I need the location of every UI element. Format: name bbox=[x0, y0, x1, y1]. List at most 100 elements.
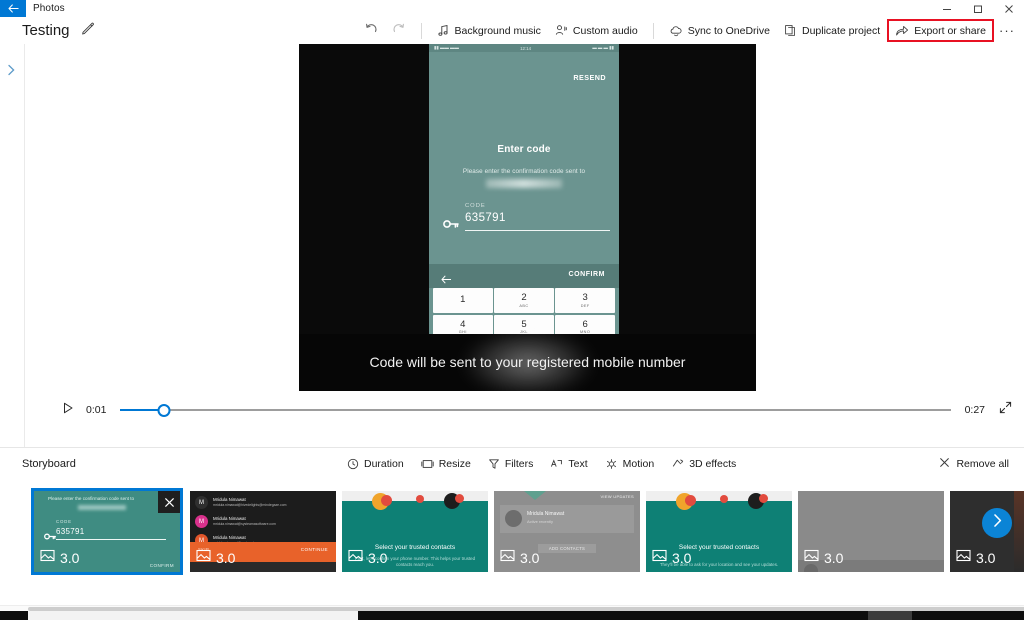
scroll-next-button[interactable] bbox=[982, 508, 1012, 538]
duplicate-project-button[interactable]: Duplicate project bbox=[777, 20, 887, 42]
clip-duration: 3.0 bbox=[956, 549, 995, 567]
keypad-num: 3 bbox=[582, 292, 588, 304]
clip-duration-value: 3.0 bbox=[824, 550, 844, 566]
avatar bbox=[505, 510, 522, 527]
avatar: M bbox=[195, 515, 208, 528]
clip4-add-contacts: ADD CONTACTS bbox=[538, 544, 596, 553]
phone-action-bar: CONFIRM bbox=[429, 264, 619, 288]
seek-track bbox=[120, 409, 951, 411]
image-icon bbox=[196, 549, 211, 567]
motion-button[interactable]: Motion bbox=[602, 453, 658, 475]
fullscreen-button[interactable] bbox=[999, 401, 1012, 419]
redo-icon bbox=[392, 21, 406, 40]
3d-effects-button[interactable]: 3D effects bbox=[668, 453, 739, 475]
code-underline bbox=[465, 230, 610, 231]
play-button[interactable] bbox=[62, 401, 74, 419]
keypad-letters: DEF bbox=[580, 303, 590, 308]
export-or-share-label: Export or share bbox=[914, 24, 986, 37]
remove-all-label: Remove all bbox=[956, 457, 1009, 470]
filters-button[interactable]: Filters bbox=[485, 453, 537, 475]
seek-thumb[interactable] bbox=[157, 403, 171, 417]
microphone-person-icon bbox=[555, 24, 568, 37]
title-bar: Photos bbox=[0, 0, 1024, 17]
filters-label: Filters bbox=[504, 457, 534, 470]
resend-label: RESEND bbox=[573, 73, 606, 82]
clip-duration: 3.0 bbox=[804, 549, 843, 567]
undo-button[interactable] bbox=[357, 19, 385, 43]
taskbar-strip bbox=[0, 611, 1024, 620]
text-button[interactable]: Text bbox=[547, 453, 590, 475]
remove-all-button[interactable]: Remove all bbox=[939, 448, 1009, 479]
bubble bbox=[720, 495, 728, 503]
back-button[interactable] bbox=[0, 0, 26, 17]
storyboard-clip[interactable]: Select your trusted contacts They'll be … bbox=[646, 491, 792, 572]
3d-effects-label: 3D effects bbox=[689, 457, 737, 470]
resize-label: Resize bbox=[438, 457, 471, 470]
clip-duration-value: 3.0 bbox=[368, 550, 388, 566]
duration-button[interactable]: Duration bbox=[344, 453, 407, 475]
expand-library-button[interactable] bbox=[7, 63, 16, 81]
image-icon bbox=[652, 549, 667, 567]
remove-clip-button[interactable] bbox=[158, 491, 180, 513]
clip1-code-value: 635791 bbox=[56, 527, 85, 536]
cloud-sync-icon bbox=[669, 24, 683, 37]
video-preview[interactable]: ▮▮ ▬▬ ▬▬ 12:14 ▬ ▬ ▬ ▮▮ RESEND Enter cod… bbox=[299, 44, 756, 391]
preview-pane: ▮▮ ▬▬ ▬▬ 12:14 ▬ ▬ ▬ ▮▮ RESEND Enter cod… bbox=[25, 44, 1024, 447]
enter-code-heading: Enter code bbox=[497, 144, 551, 155]
clip1-confirm: CONFIRM bbox=[149, 563, 174, 568]
music-note-icon bbox=[437, 24, 450, 37]
duplicate-icon bbox=[784, 24, 797, 37]
caption-band: Code will be sent to your registered mob… bbox=[299, 328, 756, 391]
rename-project-button[interactable] bbox=[81, 21, 95, 40]
playback-bar: 0:01 0:27 bbox=[25, 391, 1024, 429]
image-icon bbox=[348, 549, 363, 567]
storyboard-label: Storyboard bbox=[22, 457, 76, 470]
more-options-button[interactable]: ··· bbox=[994, 20, 1020, 42]
status-clock: 12:14 bbox=[520, 45, 532, 51]
minimize-button[interactable] bbox=[931, 0, 962, 17]
contact-email: mridula.nimawat@hivedelights@mindegaze.c… bbox=[213, 503, 287, 508]
clip4-profile-status: Active recently bbox=[527, 519, 554, 524]
phone-screen-recording: ▮▮ ▬▬ ▬▬ 12:14 ▬ ▬ ▬ ▮▮ RESEND Enter cod… bbox=[429, 44, 619, 334]
storyboard-clip[interactable]: Please enter the confirmation code sent … bbox=[31, 488, 183, 575]
window-controls bbox=[931, 0, 1024, 17]
clip1-code-label: CODE bbox=[56, 519, 72, 524]
key-icon bbox=[443, 217, 459, 235]
clip-duration: 3.0 bbox=[196, 549, 235, 567]
maximize-button[interactable] bbox=[962, 0, 993, 17]
undo-icon bbox=[364, 21, 378, 40]
redo-button[interactable] bbox=[385, 19, 413, 43]
share-export-icon bbox=[895, 24, 909, 37]
filter-icon bbox=[488, 458, 500, 470]
contact-email: mridula.nimawat@systeamasoftware.com bbox=[213, 522, 276, 527]
storyboard-clip[interactable]: VIEW UPDATES Mridula Nimawat Active rece… bbox=[494, 491, 640, 572]
avatar: M bbox=[195, 496, 208, 509]
seek-bar[interactable] bbox=[120, 401, 951, 419]
masked-phone-number bbox=[486, 179, 562, 188]
clip1-masked-number bbox=[78, 505, 126, 510]
storyboard-clip[interactable]: M Mridula Nimawat mridula.nimawat@hivede… bbox=[190, 491, 336, 572]
keypad-num: 2 bbox=[521, 292, 527, 304]
resize-button[interactable]: Resize bbox=[418, 453, 474, 475]
current-time: 0:01 bbox=[86, 404, 107, 416]
code-field-label: CODE bbox=[465, 203, 486, 209]
text-label: Text bbox=[568, 457, 588, 470]
background-music-label: Background music bbox=[454, 24, 541, 37]
bubble bbox=[416, 495, 424, 503]
project-header: Testing Background music Custom audio Sy… bbox=[0, 17, 1024, 44]
custom-audio-button[interactable]: Custom audio bbox=[548, 20, 645, 42]
duration-label: Duration bbox=[364, 457, 404, 470]
export-or-share-button[interactable]: Export or share bbox=[887, 19, 994, 42]
sync-to-onedrive-button[interactable]: Sync to OneDrive bbox=[662, 20, 777, 42]
clip4-triangle bbox=[524, 491, 546, 500]
background-music-button[interactable]: Background music bbox=[430, 20, 548, 42]
keypad-num: 1 bbox=[460, 294, 466, 306]
close-button[interactable] bbox=[993, 0, 1024, 17]
clip2-continue: CONTINUE bbox=[300, 547, 328, 552]
storyboard-tools: Duration Resize Filters Text Motion 3D e… bbox=[344, 448, 739, 479]
clip-duration: 3.0 bbox=[40, 549, 79, 567]
text-icon bbox=[550, 458, 563, 470]
bubble bbox=[759, 494, 768, 503]
storyboard-clip[interactable]: Select your trusted contacts First, let'… bbox=[342, 491, 488, 572]
storyboard-clip[interactable]: 3.0 bbox=[798, 491, 944, 572]
